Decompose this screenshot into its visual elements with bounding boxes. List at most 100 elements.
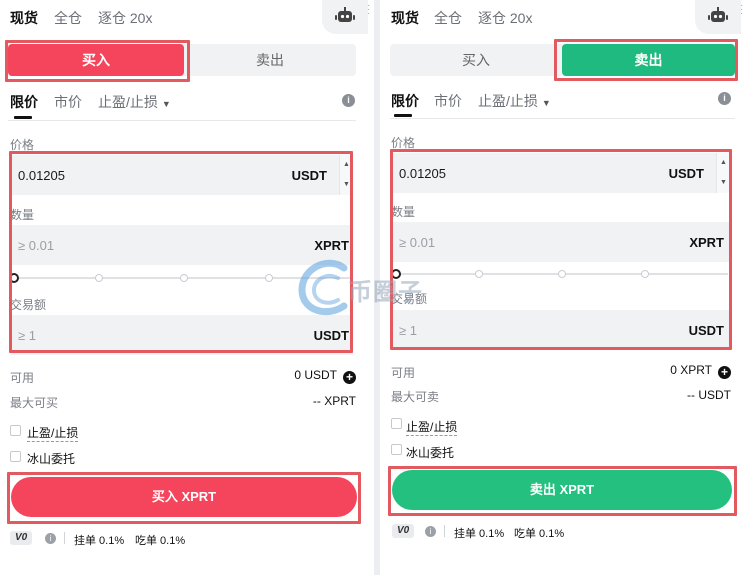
- divider: [390, 118, 735, 119]
- info-icon[interactable]: i: [718, 92, 731, 105]
- stepper-up-icon[interactable]: ▲: [340, 155, 353, 175]
- iceberg-checkbox[interactable]: [391, 444, 402, 455]
- tab-cross-margin[interactable]: 全仓: [54, 8, 82, 28]
- tab-cross-margin[interactable]: 全仓: [434, 8, 462, 28]
- order-type-tpsl-label: 止盈/止损: [478, 93, 538, 109]
- buy-side-button[interactable]: 买入: [8, 44, 184, 76]
- total-label: 交易额: [391, 292, 428, 306]
- drag-handle-icon[interactable]: · · ·: [740, 1, 744, 19]
- tab-spot[interactable]: 现货: [391, 8, 419, 28]
- info-icon[interactable]: i: [342, 94, 355, 107]
- order-type-limit[interactable]: 限价: [391, 91, 419, 111]
- trade-mode-bar: 现货 全仓 逐仓 20x · · ·: [0, 0, 374, 34]
- stepper-down-icon[interactable]: ▼: [340, 175, 353, 195]
- divider: [64, 532, 65, 544]
- slider-step-75[interactable]: [265, 274, 273, 282]
- slider-step-50[interactable]: [180, 274, 188, 282]
- available-label: 可用: [391, 366, 416, 380]
- active-tab-indicator: [14, 116, 32, 119]
- slider-step-25[interactable]: [95, 274, 103, 282]
- quantity-unit: XPRT: [689, 235, 724, 250]
- order-type-tpsl[interactable]: 止盈/止损 ▼: [478, 91, 551, 111]
- taker-fee: 吃单 0.1%: [135, 535, 186, 547]
- iceberg-checkbox[interactable]: [10, 451, 21, 462]
- quantity-label: 数量: [10, 208, 35, 222]
- slider-step-25[interactable]: [475, 270, 483, 278]
- total-label: 交易额: [10, 298, 47, 312]
- quantity-unit: XPRT: [314, 238, 349, 253]
- max-buy-value: -- XPRT: [312, 394, 356, 408]
- price-input[interactable]: 0.01205 USDT ▲ ▼: [391, 153, 730, 193]
- order-type-market[interactable]: 市价: [434, 91, 462, 111]
- total-placeholder: ≥ 1: [18, 328, 36, 343]
- trading-bot-button[interactable]: [695, 0, 741, 34]
- price-unit: USDT: [291, 168, 327, 183]
- price-input[interactable]: 0.01205 USDT ▲ ▼: [10, 155, 353, 195]
- drag-handle-icon[interactable]: · · ·: [367, 1, 371, 19]
- stepper-up-icon[interactable]: ▲: [717, 153, 730, 173]
- order-type-tpsl[interactable]: 止盈/止损 ▼: [98, 92, 171, 112]
- vip-level-badge: V0: [392, 524, 415, 538]
- total-input[interactable]: ≥ 1 USDT: [391, 310, 730, 350]
- trading-bot-button[interactable]: [322, 0, 368, 34]
- total-unit: USDT: [688, 323, 724, 338]
- tab-spot[interactable]: 现货: [10, 8, 38, 28]
- sell-side-button[interactable]: 卖出: [562, 44, 735, 76]
- total-unit: USDT: [313, 328, 349, 343]
- tab-isolated-margin[interactable]: 逐仓 20x: [98, 8, 152, 28]
- price-stepper[interactable]: ▲ ▼: [339, 155, 353, 195]
- robot-icon: [335, 7, 355, 22]
- tpsl-checkbox[interactable]: [10, 425, 21, 436]
- maker-fee: 挂单 0.1%: [454, 528, 505, 540]
- max-sell-label: 最大可卖: [391, 390, 440, 404]
- amount-slider-handle[interactable]: [9, 273, 19, 283]
- tab-isolated-margin[interactable]: 逐仓 20x: [478, 8, 532, 28]
- buy-sell-toggle: 买入 卖出: [390, 44, 735, 76]
- slider-step-75[interactable]: [641, 270, 649, 278]
- order-type-tpsl-label: 止盈/止损: [98, 94, 158, 110]
- sell-submit-button[interactable]: 卖出 XPRT: [392, 470, 732, 510]
- amount-slider-handle[interactable]: [391, 269, 401, 279]
- max-buy-label: 最大可买: [10, 396, 59, 410]
- price-value: 0.01205: [399, 166, 446, 181]
- iceberg-checkbox-label[interactable]: 冰山委托: [406, 444, 454, 461]
- sell-side-button[interactable]: 卖出: [184, 44, 356, 76]
- buy-order-panel: 现货 全仓 逐仓 20x · · · 买入 卖出 限价 市价 止盈/止损 ▼ i 价格…: [0, 0, 374, 575]
- total-placeholder: ≥ 1: [399, 323, 417, 338]
- price-stepper[interactable]: ▲ ▼: [716, 153, 730, 193]
- buy-side-button[interactable]: 买入: [390, 44, 562, 76]
- tpsl-checkbox[interactable]: [391, 418, 402, 429]
- maker-fee: 挂单 0.1%: [74, 535, 125, 547]
- available-balance: 0 XPRT +: [670, 363, 731, 379]
- price-label: 价格: [10, 138, 35, 152]
- iceberg-checkbox-label[interactable]: 冰山委托: [27, 450, 75, 467]
- available-balance: 0 USDT +: [294, 368, 356, 384]
- robot-icon: [708, 7, 728, 22]
- price-label: 价格: [391, 136, 416, 150]
- trade-mode-bar: 现货 全仓 逐仓 20x · · ·: [380, 0, 749, 34]
- buy-sell-toggle: 买入 卖出: [8, 44, 356, 76]
- deposit-plus-icon[interactable]: +: [343, 371, 356, 384]
- fee-info-icon[interactable]: i: [45, 533, 56, 544]
- total-input[interactable]: ≥ 1 USDT: [10, 315, 353, 355]
- buy-submit-button[interactable]: 买入 XPRT: [11, 477, 357, 517]
- chevron-down-icon: ▼: [161, 99, 171, 109]
- vip-level-badge: V0: [10, 531, 33, 545]
- available-value: 0 XPRT: [670, 363, 712, 377]
- order-type-market[interactable]: 市价: [54, 92, 82, 112]
- price-value: 0.01205: [18, 168, 65, 183]
- quantity-input[interactable]: ≥ 0.01 XPRT: [391, 222, 730, 262]
- quantity-placeholder: ≥ 0.01: [399, 235, 436, 250]
- order-type-limit[interactable]: 限价: [10, 92, 38, 112]
- tpsl-checkbox-label[interactable]: 止盈/止损: [27, 424, 79, 442]
- fee-info-icon[interactable]: i: [425, 526, 436, 537]
- max-sell-value: -- USDT: [687, 388, 731, 402]
- sell-order-panel: 现货 全仓 逐仓 20x · · · 买入 卖出 限价 市价 止盈/止损 ▼ i 价格…: [380, 0, 749, 575]
- quantity-input[interactable]: ≥ 0.01 XPRT: [10, 225, 353, 265]
- tpsl-checkbox-label[interactable]: 止盈/止损: [406, 418, 458, 436]
- available-label: 可用: [10, 371, 35, 385]
- stepper-down-icon[interactable]: ▼: [717, 173, 730, 193]
- slider-step-50[interactable]: [558, 270, 566, 278]
- deposit-plus-icon[interactable]: +: [718, 366, 731, 379]
- active-tab-indicator: [394, 114, 412, 117]
